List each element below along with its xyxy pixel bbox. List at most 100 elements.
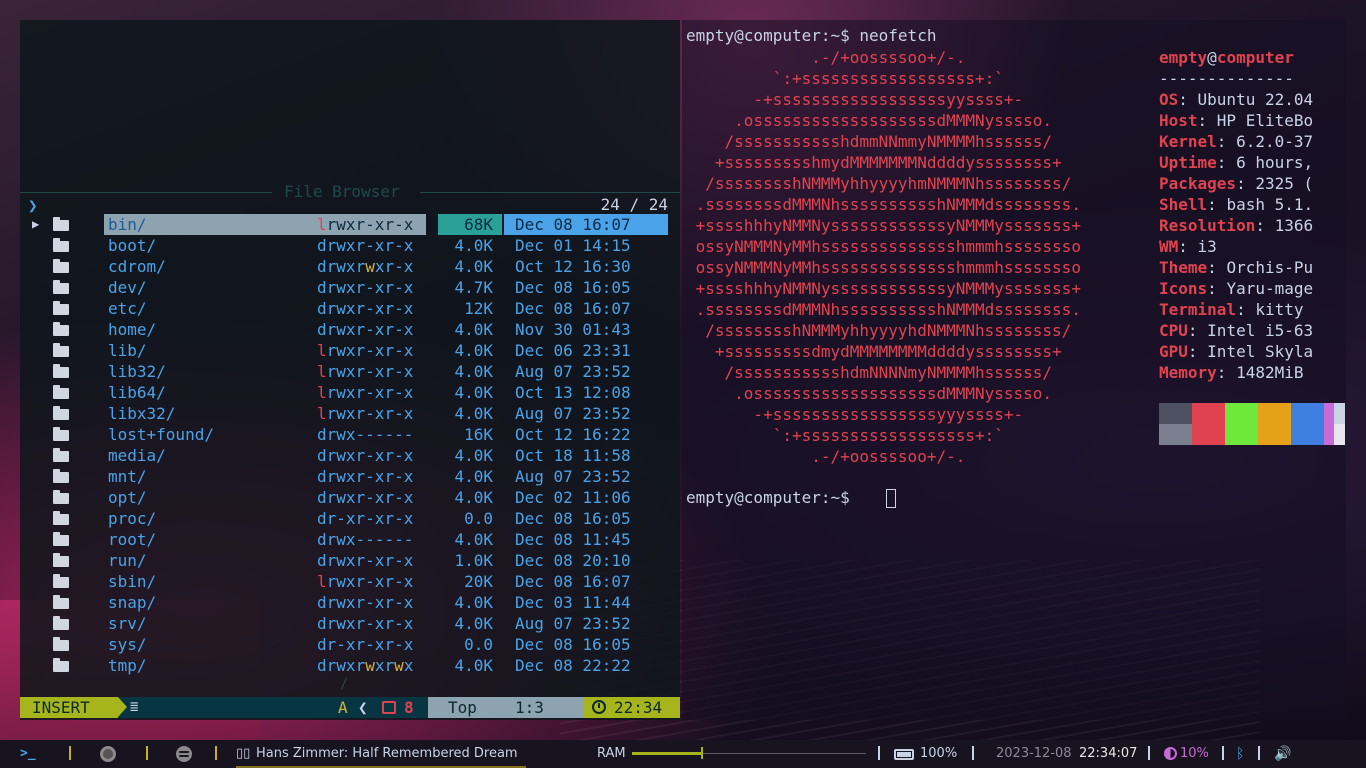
color-swatch	[1334, 424, 1345, 445]
permission-bits: rwxrwxrwx	[326, 656, 414, 675]
spotify-icon[interactable]	[176, 746, 192, 762]
list-item[interactable]: home/drwxr-xr-x 4.0K Nov 30 01:43	[20, 319, 680, 340]
file-permissions: drwxr-xr-x	[317, 445, 413, 466]
list-item[interactable]: lib64/lrwxr-xr-x 4.0K Oct 13 12:08	[20, 382, 680, 403]
package-icon	[382, 701, 396, 714]
file-permissions: drwxr-xr-x	[317, 592, 413, 613]
list-item[interactable]: opt/drwxr-xr-x 4.0K Dec 02 11:06	[20, 487, 680, 508]
file-name[interactable]: home/	[108, 319, 156, 340]
folder-icon	[53, 343, 69, 357]
permission-bits: rwxr-xr-x	[326, 488, 414, 507]
file-name[interactable]: sbin/	[108, 571, 156, 592]
list-item[interactable]: boot/drwxr-xr-x 4.0K Dec 01 14:15	[20, 235, 680, 256]
list-item[interactable]: cdrom/drwxrwxr-x 4.0K Oct 12 16:30	[20, 256, 680, 277]
file-name[interactable]: lib32/	[108, 361, 166, 382]
file-date: Aug 07 23:52	[515, 362, 631, 381]
list-item[interactable]: sys/dr-xr-xr-x 0.0 Dec 08 16:05	[20, 634, 680, 655]
file-name[interactable]: run/	[108, 550, 147, 571]
file-name[interactable]: sys/	[108, 634, 147, 655]
time-display: 22:34:07	[1079, 746, 1138, 761]
folder-icon	[53, 616, 69, 630]
bar-separator	[1222, 746, 1224, 760]
file-size: 4.0K	[454, 593, 493, 612]
file-type-flag: d	[317, 551, 327, 570]
list-item[interactable]: dev/drwxr-xr-x 4.7K Dec 08 16:05	[20, 277, 680, 298]
logo-line: -+sssssssssssssssssyyyssss+-	[686, 405, 1024, 424]
file-type-flag: d	[317, 488, 327, 507]
info-value: : kitty	[1236, 300, 1304, 319]
file-name[interactable]: dev/	[108, 277, 147, 298]
file-permissions: drwxr-xr-x	[317, 235, 413, 256]
info-value: : 2325 (	[1236, 174, 1314, 193]
info-line: Kernel: 6.2.0-37	[1159, 131, 1313, 152]
folder-icon	[53, 217, 69, 231]
file-name[interactable]: srv/	[108, 613, 147, 634]
list-item[interactable]: proc/dr-xr-xr-x 0.0 Dec 08 16:05	[20, 508, 680, 529]
file-name[interactable]: libx32/	[108, 403, 175, 424]
list-item[interactable]: lib/lrwxr-xr-x 4.0K Dec 06 23:31	[20, 340, 680, 361]
info-key: OS	[1159, 90, 1179, 109]
folder-icon	[53, 511, 69, 525]
volume-icon[interactable]: 🔊	[1274, 746, 1291, 762]
list-item[interactable]: snap/drwxr-xr-x 4.0K Dec 03 11:44	[20, 592, 680, 613]
chrome-icon[interactable]	[100, 746, 116, 762]
file-name[interactable]: root/	[108, 529, 156, 550]
permission-bits: rwxr-xr-x	[326, 215, 414, 234]
file-name[interactable]: cdrom/	[108, 256, 166, 277]
file-permissions: lrwxr-xr-x	[317, 214, 413, 235]
file-name[interactable]: lib/	[108, 340, 147, 361]
logo-line: /ssssssssssshdmmNNmmyNMMMMhssssss/	[686, 132, 1053, 151]
date-display: 2023-12-08	[996, 746, 1072, 761]
bluetooth-icon[interactable]: ᛒ	[1236, 746, 1244, 762]
list-item[interactable]: sbin/lrwxr-xr-x 20K Dec 08 16:07	[20, 571, 680, 592]
file-size: 4.0K	[454, 656, 493, 675]
list-item[interactable]: lib32/lrwxr-xr-x 4.0K Aug 07 23:52	[20, 361, 680, 382]
terminal-icon[interactable]: >_	[20, 746, 36, 762]
file-date: Oct 18 11:58	[515, 446, 631, 465]
list-item[interactable]: root/drwx------ 4.0K Dec 08 11:45	[20, 529, 680, 550]
file-type-indicator: A	[338, 698, 348, 717]
file-name[interactable]: bin/	[108, 214, 147, 235]
info-line: Packages: 2325 (	[1159, 173, 1313, 194]
color-swatch	[1291, 424, 1324, 445]
list-item[interactable]: run/drwxr-xr-x 1.0K Dec 08 20:10	[20, 550, 680, 571]
folder-icon	[53, 238, 69, 252]
list-item[interactable]: media/drwxr-xr-x 4.0K Oct 18 11:58	[20, 445, 680, 466]
shell-prompt-active[interactable]: empty@computer:~$	[686, 487, 859, 508]
list-item[interactable]: mnt/drwxr-xr-x 4.0K Aug 07 23:52	[20, 466, 680, 487]
file-browser-window[interactable]: File Browser ❯ 24 / 24 ▶ bin/lrwxr-xr-x 68…	[20, 20, 680, 720]
brightness-level[interactable]: 10%	[1180, 746, 1209, 762]
logo-line: .-/+oossssoo+/-.	[686, 447, 966, 466]
file-name[interactable]: mnt/	[108, 466, 147, 487]
file-name[interactable]: snap/	[108, 592, 156, 613]
list-item[interactable]: etc/drwxr-xr-x 12K Dec 08 16:07	[20, 298, 680, 319]
selection-arrow-icon: ▶	[32, 217, 40, 231]
permission-bits: r-xr-xr-x	[326, 509, 414, 528]
file-name[interactable]: opt/	[108, 487, 147, 508]
list-item[interactable]: ▶ bin/lrwxr-xr-x 68K Dec 08 16:07	[20, 214, 680, 235]
file-name[interactable]: lost+found/	[108, 424, 214, 445]
list-item[interactable]: tmp/drwxrwxrwx 4.0K Dec 08 22:22	[20, 655, 680, 676]
file-name[interactable]: tmp/	[108, 655, 147, 676]
file-date: Dec 08 16:05	[515, 278, 631, 297]
list-item[interactable]: libx32/lrwxr-xr-x 4.0K Aug 07 23:52	[20, 403, 680, 424]
file-list[interactable]: ▶ bin/lrwxr-xr-x 68K Dec 08 16:07 boot/drwxr…	[20, 214, 680, 676]
file-name[interactable]: boot/	[108, 235, 156, 256]
now-playing[interactable]: Hans Zimmer: Half Remembered Dream	[256, 746, 518, 762]
logo-line: +sssssssssdmydMMMMMMMMddddyssssssss+	[686, 342, 1062, 361]
file-date: Aug 07 23:52	[515, 404, 631, 423]
file-name[interactable]: lib64/	[108, 382, 166, 403]
info-line: GPU: Intel Skyla	[1159, 341, 1313, 362]
list-item[interactable]: srv/drwxr-xr-x 4.0K Aug 07 23:52	[20, 613, 680, 634]
file-name[interactable]: etc/	[108, 298, 147, 319]
file-size: 4.0K	[454, 530, 493, 549]
file-name[interactable]: media/	[108, 445, 166, 466]
music-icon: ▯▯	[236, 746, 251, 761]
file-permissions: drwx------	[317, 424, 413, 445]
terminal-window[interactable]: empty@computer:~$ neofetch .-/+oossssoo+…	[682, 20, 1346, 720]
brightness-icon	[1164, 747, 1177, 760]
battery-icon	[894, 749, 914, 760]
list-item[interactable]: lost+found/drwx------ 16K Oct 12 16:22	[20, 424, 680, 445]
file-name[interactable]: proc/	[108, 508, 156, 529]
info-line: Theme: Orchis-Pu	[1159, 257, 1313, 278]
